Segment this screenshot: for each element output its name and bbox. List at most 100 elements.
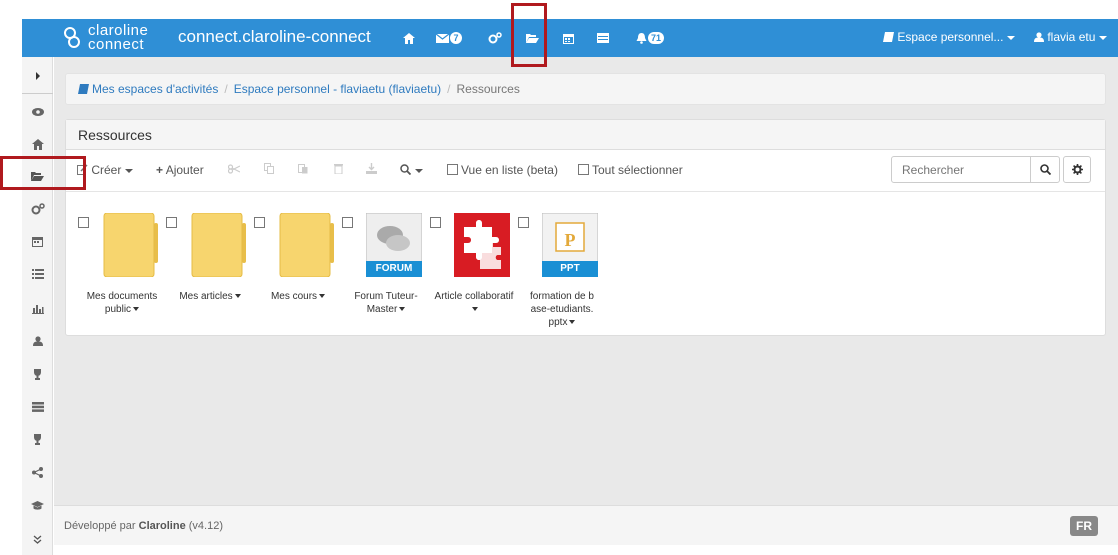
trophy-icon[interactable] xyxy=(22,427,53,451)
cogs-icon[interactable] xyxy=(22,197,53,221)
zoom-icon xyxy=(400,164,412,176)
puzzle-icon xyxy=(454,213,510,277)
cogs-icon[interactable] xyxy=(484,19,506,57)
copy-icon[interactable] xyxy=(264,163,274,177)
calendar-icon[interactable] xyxy=(22,229,53,253)
claroline-logo[interactable]: claroline connect xyxy=(62,22,158,54)
share-icon[interactable] xyxy=(22,460,53,484)
chevron-down-icon[interactable] xyxy=(234,294,241,299)
add-button[interactable]: + Ajouter xyxy=(156,163,204,177)
panel-title: Ressources xyxy=(66,120,1105,150)
user-dropdown[interactable]: flavia etu xyxy=(1034,30,1108,44)
top-navbar: claroline connect connect.claroline-conn… xyxy=(22,19,1118,57)
breadcrumb-workspaces[interactable]: Mes espaces d'activités xyxy=(78,82,218,96)
resources-panel: Ressources Créer + Ajouter Vue en liste … xyxy=(65,119,1106,336)
chevron-down-icon[interactable] xyxy=(569,320,576,325)
envelope-icon xyxy=(436,33,450,43)
paste-icon[interactable] xyxy=(298,163,308,177)
breadcrumb-workspaces-label: Mes espaces d'activités xyxy=(92,82,219,96)
bar-chart-icon[interactable] xyxy=(22,297,53,321)
resource-label: formation de base-etudiants.pptx xyxy=(530,290,594,329)
notifications-button[interactable]: 71 xyxy=(630,19,670,57)
chevron-down-icon xyxy=(1007,35,1016,40)
resource-toolbar: Créer + Ajouter Vue en liste (beta) Tout… xyxy=(66,150,1105,192)
footer-credits: Développé par Claroline (v4.12) xyxy=(64,520,223,532)
folder-icon xyxy=(279,213,334,277)
ppt-letter: P xyxy=(564,230,576,250)
calendar-icon[interactable] xyxy=(557,19,579,57)
resource-label: Mes documents public xyxy=(78,290,166,316)
chevron-down-icon xyxy=(415,168,423,173)
site-brand[interactable]: connect.claroline-connect xyxy=(178,27,371,47)
resource-label: Forum Tuteur-Master xyxy=(342,290,430,316)
chevron-down-icon[interactable] xyxy=(133,307,140,312)
resource-checkbox[interactable] xyxy=(430,217,441,228)
resource-checkbox[interactable] xyxy=(342,217,353,228)
chevron-right-icon[interactable] xyxy=(22,64,53,88)
resource-checkbox[interactable] xyxy=(518,217,529,228)
resource-name: Mes cours xyxy=(270,291,318,302)
forum-tag: FORUM xyxy=(375,263,413,274)
resource-label: Mes articles xyxy=(166,290,254,303)
resource-label: Article collaboratif xyxy=(430,290,518,316)
resource-label: Mes cours xyxy=(254,290,342,303)
graduation-cap-icon[interactable] xyxy=(22,494,53,518)
highlight-box xyxy=(0,156,86,190)
book-icon xyxy=(883,32,894,42)
home-icon[interactable] xyxy=(22,132,53,156)
home-icon[interactable] xyxy=(398,19,420,57)
footer-brand[interactable]: Claroline xyxy=(139,520,186,532)
footer-prefix: Développé par xyxy=(64,520,136,532)
messages-button[interactable]: 7 xyxy=(432,19,466,57)
book-icon xyxy=(78,84,89,94)
ppt-tag: PPT xyxy=(560,263,580,274)
search-button[interactable] xyxy=(1030,156,1060,183)
search-icon xyxy=(1039,164,1051,175)
resource-checkbox[interactable] xyxy=(166,217,177,228)
workspace-dropdown[interactable]: Espace personnel... xyxy=(883,30,1016,44)
resource-checkbox[interactable] xyxy=(78,217,89,228)
cut-icon[interactable] xyxy=(227,163,241,177)
search-input[interactable] xyxy=(891,156,1031,183)
resource-name: Forum Tuteur-Master xyxy=(354,291,418,315)
chevron-down-icon xyxy=(1099,35,1108,40)
list-icon[interactable] xyxy=(22,262,53,286)
sidebar-divider xyxy=(22,93,53,94)
trash-icon[interactable] xyxy=(334,163,343,177)
chevron-down-icon[interactable] xyxy=(399,307,406,312)
highlight-box xyxy=(511,3,547,67)
list-view-checkbox[interactable] xyxy=(447,164,458,175)
resource-checkbox[interactable] xyxy=(254,217,265,228)
settings-button[interactable] xyxy=(1063,156,1091,183)
breadcrumb-separator: / xyxy=(447,82,451,96)
select-all-checkbox[interactable] xyxy=(578,164,589,175)
download-icon[interactable] xyxy=(366,163,377,177)
user-icon xyxy=(1034,32,1044,42)
double-chevron-down-icon[interactable] xyxy=(22,527,53,551)
resource-name: Article collaboratif xyxy=(434,291,514,302)
add-label: Ajouter xyxy=(165,163,204,177)
tasks-icon[interactable] xyxy=(22,395,53,419)
chevron-down-icon[interactable] xyxy=(472,307,478,312)
breadcrumb-personal-space[interactable]: Espace personnel - flaviaetu (flaviaetu) xyxy=(234,82,441,96)
breadcrumb-separator: / xyxy=(224,82,228,96)
chevron-down-icon xyxy=(125,168,134,173)
plus-icon: + xyxy=(156,163,164,177)
left-sidebar xyxy=(22,57,53,555)
trophy-icon[interactable] xyxy=(22,362,53,386)
zoom-button[interactable] xyxy=(400,163,423,177)
breadcrumb-current: Ressources xyxy=(456,82,520,96)
notifications-badge: 71 xyxy=(647,32,664,44)
language-button[interactable]: FR xyxy=(1070,516,1098,536)
chevron-down-icon[interactable] xyxy=(319,294,326,299)
list-alt-icon[interactable] xyxy=(592,19,614,57)
select-all-toggle[interactable]: Tout sélectionner xyxy=(578,163,683,177)
app-window: claroline connect connect.claroline-conn… xyxy=(0,0,1118,555)
list-view-toggle[interactable]: Vue en liste (beta) xyxy=(447,163,558,177)
eye-icon[interactable] xyxy=(22,100,53,124)
user-icon[interactable] xyxy=(22,329,53,353)
footer: Développé par Claroline (v4.12) FR xyxy=(54,505,1118,545)
messages-badge: 7 xyxy=(450,32,462,44)
create-label: Créer xyxy=(91,163,122,177)
main-content: Mes espaces d'activités / Espace personnel… xyxy=(54,57,1118,505)
